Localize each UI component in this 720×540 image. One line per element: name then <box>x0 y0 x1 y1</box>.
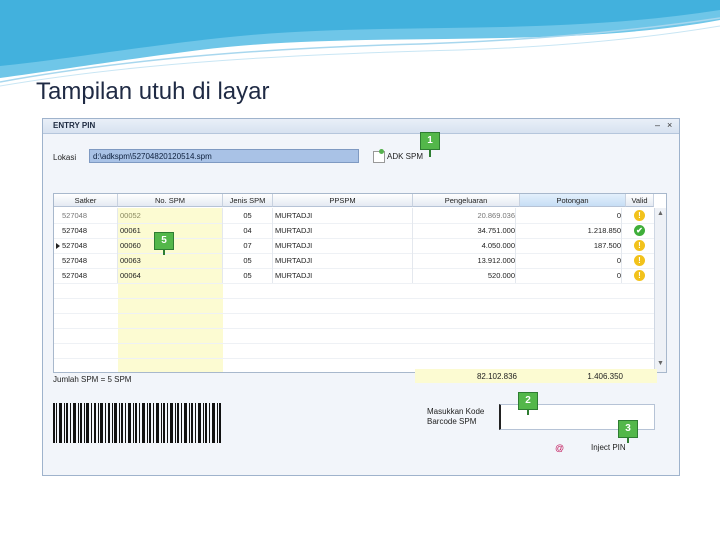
cell-potongan: 187.500 <box>520 238 622 253</box>
cell-jenis-spm: 07 <box>223 238 273 253</box>
cell-satker: 527048 <box>62 208 118 223</box>
inject-pin-icon[interactable]: @ <box>555 443 564 453</box>
window-titlebar: ENTRY PIN – × <box>43 119 679 134</box>
warning-icon: ! <box>634 270 645 281</box>
total-pengeluaran: 82.102.836 <box>476 372 517 381</box>
masukkan-kode-label-line2: Barcode SPM <box>427 417 477 426</box>
scroll-up-icon[interactable]: ▲ <box>657 210 664 217</box>
spm-table: Satker No. SPM Jenis SPM PPSPM Pengeluar… <box>53 193 667 373</box>
cell-no-spm: 00064 <box>118 268 223 283</box>
col-header-satker[interactable]: Satker <box>54 194 118 207</box>
table-scrollbar[interactable]: ▲ ▼ <box>654 208 666 372</box>
callout-5: 5 <box>154 232 174 250</box>
row-divider <box>54 283 654 284</box>
callout-1-stem <box>429 149 431 157</box>
minimize-button[interactable]: – <box>655 120 660 130</box>
cell-satker: 527048 <box>62 253 118 268</box>
open-folder-icon[interactable] <box>373 149 385 163</box>
close-button[interactable]: × <box>667 120 672 130</box>
cell-pengeluaran: 520.000 <box>413 268 516 283</box>
lokasi-label: Lokasi <box>53 153 77 162</box>
lokasi-field[interactable]: d:\adkspm\52704820120514.spm <box>89 149 359 163</box>
callout-1: 1 <box>420 132 440 150</box>
cell-potongan: 0 <box>520 208 622 223</box>
row-divider <box>54 358 654 359</box>
cell-pengeluaran: 34.751.000 <box>413 223 516 238</box>
masukkan-kode-label: Masukkan Kode Barcode SPM <box>427 407 484 427</box>
total-potongan: 1.406.350 <box>587 372 623 381</box>
warning-icon: ! <box>634 240 645 251</box>
cell-jenis-spm: 04 <box>223 223 273 238</box>
cell-satker: 527048 <box>62 223 118 238</box>
cell-pengeluaran: 20.869.036 <box>413 208 516 223</box>
cell-potongan: 0 <box>520 268 622 283</box>
inject-pin-button[interactable]: Inject PIN <box>591 443 626 452</box>
cell-potongan: 0 <box>520 253 622 268</box>
row-divider <box>54 313 654 314</box>
callout-2-stem <box>527 409 529 415</box>
jumlah-spm-label: Jumlah SPM = 5 SPM <box>53 375 132 384</box>
callout-3-stem <box>627 437 629 443</box>
callout-5-stem <box>163 249 165 255</box>
col-header-ppspm[interactable]: PPSPM <box>273 194 413 207</box>
scroll-down-icon[interactable]: ▼ <box>657 360 664 367</box>
window-title: ENTRY PIN <box>53 121 96 130</box>
cell-ppspm: MURTADJI <box>275 208 413 223</box>
cell-satker: 527048 <box>62 268 118 283</box>
cell-no-spm: 00063 <box>118 253 223 268</box>
cell-ppspm: MURTADJI <box>275 253 413 268</box>
warning-icon: ! <box>634 210 645 221</box>
col-header-jenis-spm[interactable]: Jenis SPM <box>223 194 273 207</box>
adk-spm-button[interactable]: ADK SPM <box>387 152 423 161</box>
row-divider <box>54 298 654 299</box>
row-divider <box>54 328 654 329</box>
entry-pin-window: ENTRY PIN – × Lokasi d:\adkspm\527048201… <box>42 118 680 476</box>
col-header-valid[interactable]: Valid <box>626 194 654 207</box>
masukkan-kode-label-line1: Masukkan Kode <box>427 407 485 416</box>
slide-title: Tampilan utuh di layar <box>36 78 270 105</box>
cell-ppspm: MURTADJI <box>275 268 413 283</box>
row-divider <box>54 343 654 344</box>
col-header-no-spm[interactable]: No. SPM <box>118 194 223 207</box>
cell-pengeluaran: 4.050.000 <box>413 238 516 253</box>
cell-satker: 527048 <box>62 238 118 253</box>
check-icon: ✔ <box>634 225 645 236</box>
cell-pengeluaran: 13.912.000 <box>413 253 516 268</box>
cell-potongan: 1.218.850 <box>520 223 622 238</box>
cell-jenis-spm: 05 <box>223 268 273 283</box>
current-row-indicator <box>56 243 60 249</box>
cell-jenis-spm: 05 <box>223 208 273 223</box>
callout-3: 3 <box>618 420 638 438</box>
callout-2: 2 <box>518 392 538 410</box>
barcode-image <box>53 403 221 443</box>
col-header-pengeluaran[interactable]: Pengeluaran <box>413 194 520 207</box>
cell-no-spm: 00052 <box>118 208 223 223</box>
warning-icon: ! <box>634 255 645 266</box>
col-header-potongan[interactable]: Potongan <box>520 194 626 207</box>
cell-ppspm: MURTADJI <box>275 238 413 253</box>
header-swoosh-decoration <box>0 0 720 87</box>
cell-ppspm: MURTADJI <box>275 223 413 238</box>
cell-jenis-spm: 05 <box>223 253 273 268</box>
